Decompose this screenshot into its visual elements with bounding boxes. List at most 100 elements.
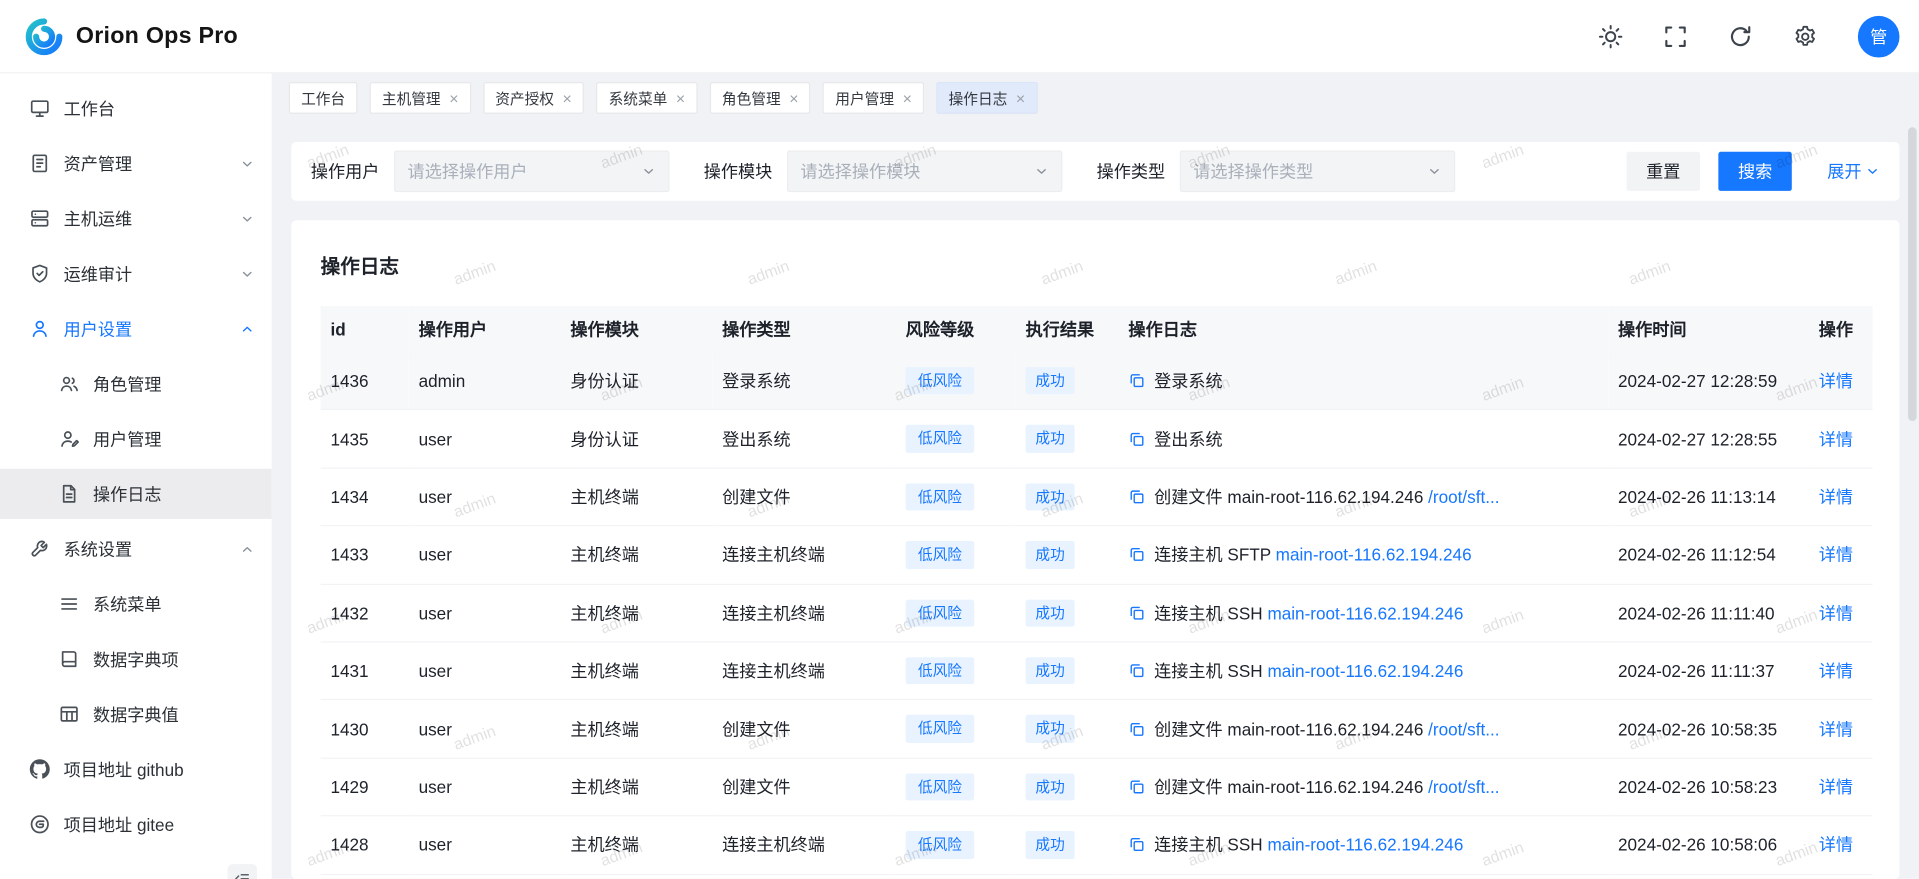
detail-link[interactable]: 详情 bbox=[1819, 487, 1853, 507]
sidebar-item[interactable]: 项目地址 gitee bbox=[0, 799, 272, 849]
sidebar-collapse-button[interactable] bbox=[228, 864, 257, 879]
filter-select[interactable]: 请选择操作类型 bbox=[1180, 151, 1455, 193]
log-link[interactable]: main-root-116.62.194.246 bbox=[1267, 835, 1463, 855]
chevron-down-icon bbox=[1034, 164, 1049, 179]
filter-select[interactable]: 请选择操作模块 bbox=[787, 151, 1062, 193]
log-link[interactable]: /root/sft... bbox=[1428, 487, 1499, 507]
sidebar-footer bbox=[0, 854, 272, 879]
tab-item[interactable]: 操作日志 × bbox=[936, 82, 1037, 114]
expand-toggle[interactable]: 展开 bbox=[1827, 159, 1880, 183]
tab-item[interactable]: 用户管理 × bbox=[823, 82, 924, 114]
detail-link[interactable]: 详情 bbox=[1819, 429, 1853, 449]
filter-select[interactable]: 请选择操作用户 bbox=[394, 151, 669, 193]
tab-close-icon[interactable]: × bbox=[1016, 90, 1025, 106]
log-text: 连接主机 SSH bbox=[1154, 835, 1267, 855]
detail-link[interactable]: 详情 bbox=[1819, 603, 1853, 623]
cell-type: 创建文件 bbox=[712, 700, 896, 758]
brand[interactable]: Orion Ops Pro bbox=[24, 17, 238, 56]
sidebar-item[interactable]: 运维审计 bbox=[0, 248, 272, 298]
sidebar-item-label: 工作台 bbox=[64, 96, 255, 120]
refresh-icon[interactable] bbox=[1728, 24, 1752, 48]
cell-user: user bbox=[409, 642, 561, 700]
user-edit-icon bbox=[59, 428, 80, 449]
tab-close-icon[interactable]: × bbox=[789, 90, 798, 106]
log-text: 连接主机 SFTP bbox=[1154, 545, 1276, 565]
grid-icon bbox=[59, 704, 80, 725]
log-link[interactable]: main-root-116.62.194.246 bbox=[1267, 661, 1463, 681]
log-link[interactable]: /root/sft... bbox=[1428, 719, 1499, 739]
tab-close-icon[interactable]: × bbox=[449, 90, 458, 106]
sidebar-subitem[interactable]: 数据字典项 bbox=[0, 634, 272, 684]
cell-id: 1427 bbox=[321, 874, 409, 879]
filter-label: 操作用户 bbox=[311, 159, 380, 183]
sidebar-subitem-label: 角色管理 bbox=[93, 371, 255, 395]
chevron-up-icon bbox=[240, 542, 255, 557]
detail-link[interactable]: 详情 bbox=[1819, 661, 1853, 681]
tab-close-icon[interactable]: × bbox=[903, 90, 912, 106]
sidebar-item[interactable]: 主机运维 bbox=[0, 193, 272, 243]
user-avatar[interactable]: 管 bbox=[1858, 15, 1900, 57]
scrollbar[interactable] bbox=[1908, 127, 1917, 878]
sidebar-menu: 工作台 资产管理 主机运维 运维审计 用户设置 角色管理 bbox=[0, 83, 272, 849]
tab-item[interactable]: 系统菜单 × bbox=[596, 82, 697, 114]
table-row: 1429 user 主机终端 创建文件 低风险 成功 创建文件 main-roo… bbox=[321, 758, 1873, 816]
tab-item[interactable]: 资产授权 × bbox=[483, 82, 584, 114]
tab-label: 主机管理 bbox=[382, 88, 441, 109]
tab-item[interactable]: 工作台 bbox=[289, 82, 358, 114]
table-row: 1431 user 主机终端 连接主机终端 低风险 成功 连接主机 SSH ma… bbox=[321, 642, 1873, 700]
log-link[interactable]: main-root-116.62.194.246 bbox=[1267, 603, 1463, 623]
sidebar-item[interactable]: 系统设置 bbox=[0, 524, 272, 574]
sidebar-item[interactable]: 工作台 bbox=[0, 83, 272, 133]
tab-close-icon[interactable]: × bbox=[676, 90, 685, 106]
sidebar-item[interactable]: 项目地址 github bbox=[0, 744, 272, 794]
risk-badge: 低风险 bbox=[906, 773, 975, 800]
cell-module: 主机终端 bbox=[561, 584, 713, 642]
search-button[interactable]: 搜索 bbox=[1718, 152, 1791, 191]
chevron-down-icon bbox=[240, 266, 255, 281]
log-text: 连接主机 SSH bbox=[1154, 661, 1267, 681]
settings-gear-icon[interactable] bbox=[1793, 24, 1817, 48]
log-link[interactable]: /root/sft... bbox=[1428, 777, 1499, 797]
detail-link[interactable]: 详情 bbox=[1819, 835, 1853, 855]
copy-icon bbox=[1128, 488, 1145, 505]
cell-time: 2024-02-26 11:11:40 bbox=[1608, 584, 1809, 642]
sidebar-subitem[interactable]: 数据字典值 bbox=[0, 689, 272, 739]
cell-time: 2024-02-26 11:12:54 bbox=[1608, 526, 1809, 584]
tab-item[interactable]: 主机管理 × bbox=[370, 82, 471, 114]
chevron-down-icon bbox=[240, 211, 255, 226]
result-badge: 成功 bbox=[1026, 831, 1075, 858]
column-header: 风险等级 bbox=[896, 306, 1016, 353]
detail-link[interactable]: 详情 bbox=[1819, 371, 1853, 391]
tab-close-icon[interactable]: × bbox=[563, 90, 572, 106]
detail-link[interactable]: 详情 bbox=[1819, 545, 1853, 565]
scrollbar-thumb[interactable] bbox=[1908, 127, 1917, 421]
fullscreen-icon[interactable] bbox=[1663, 24, 1687, 48]
sidebar-item[interactable]: 用户设置 bbox=[0, 304, 272, 354]
detail-link[interactable]: 详情 bbox=[1819, 719, 1853, 739]
sidebar-subitem[interactable]: 系统菜单 bbox=[0, 579, 272, 629]
cell-user: user bbox=[409, 758, 561, 816]
sidebar-subitem[interactable]: 用户管理 bbox=[0, 414, 272, 464]
content-area: 操作用户 请选择操作用户 操作模块 请选择操作模块 操作类型 请选择操作类型 重… bbox=[272, 122, 1919, 878]
sidebar-subitem[interactable]: 操作日志 bbox=[0, 469, 272, 519]
column-header: 操作日志 bbox=[1119, 306, 1609, 353]
tool-icon bbox=[29, 539, 50, 560]
reset-button[interactable]: 重置 bbox=[1627, 152, 1700, 191]
sidebar-item[interactable]: 资产管理 bbox=[0, 138, 272, 188]
table-row: 1433 user 主机终端 连接主机终端 低风险 成功 连接主机 SFTP m… bbox=[321, 526, 1873, 584]
log-text: 创建文件 main-root-116.62.194.246 bbox=[1154, 777, 1428, 797]
host-icon bbox=[29, 208, 50, 229]
theme-toggle-icon[interactable] bbox=[1598, 24, 1622, 48]
cell-type: 创建文件 bbox=[712, 468, 896, 526]
cell-id: 1434 bbox=[321, 468, 409, 526]
tab-item[interactable]: 角色管理 × bbox=[710, 82, 811, 114]
cell-module: 主机终端 bbox=[561, 700, 713, 758]
detail-link[interactable]: 详情 bbox=[1819, 777, 1853, 797]
column-header: id bbox=[321, 306, 409, 353]
cell-type: 连接主机终端 bbox=[712, 642, 896, 700]
log-link[interactable]: main-root-116.62.194.246 bbox=[1276, 545, 1472, 565]
sidebar-subitem[interactable]: 角色管理 bbox=[0, 359, 272, 409]
filter-label: 操作模块 bbox=[704, 159, 773, 183]
tab-label: 用户管理 bbox=[835, 88, 894, 109]
menu-icon bbox=[59, 594, 80, 615]
